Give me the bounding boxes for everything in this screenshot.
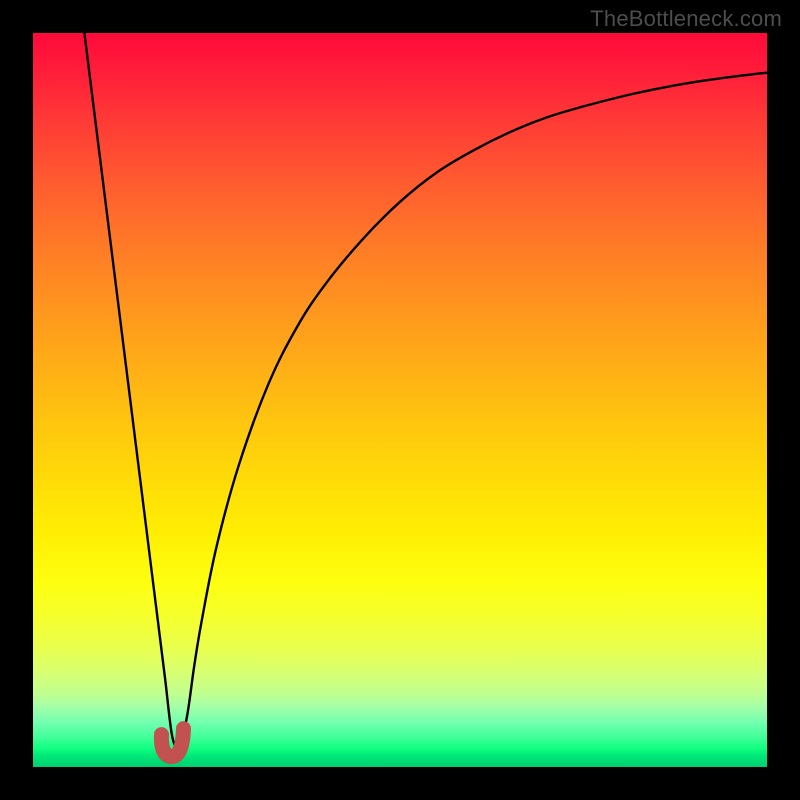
plot-area [33, 33, 767, 767]
chart-svg [33, 33, 767, 767]
chart-frame: TheBottleneck.com [0, 0, 800, 800]
bottleneck-curve [84, 33, 767, 748]
watermark-text: TheBottleneck.com [590, 6, 782, 32]
